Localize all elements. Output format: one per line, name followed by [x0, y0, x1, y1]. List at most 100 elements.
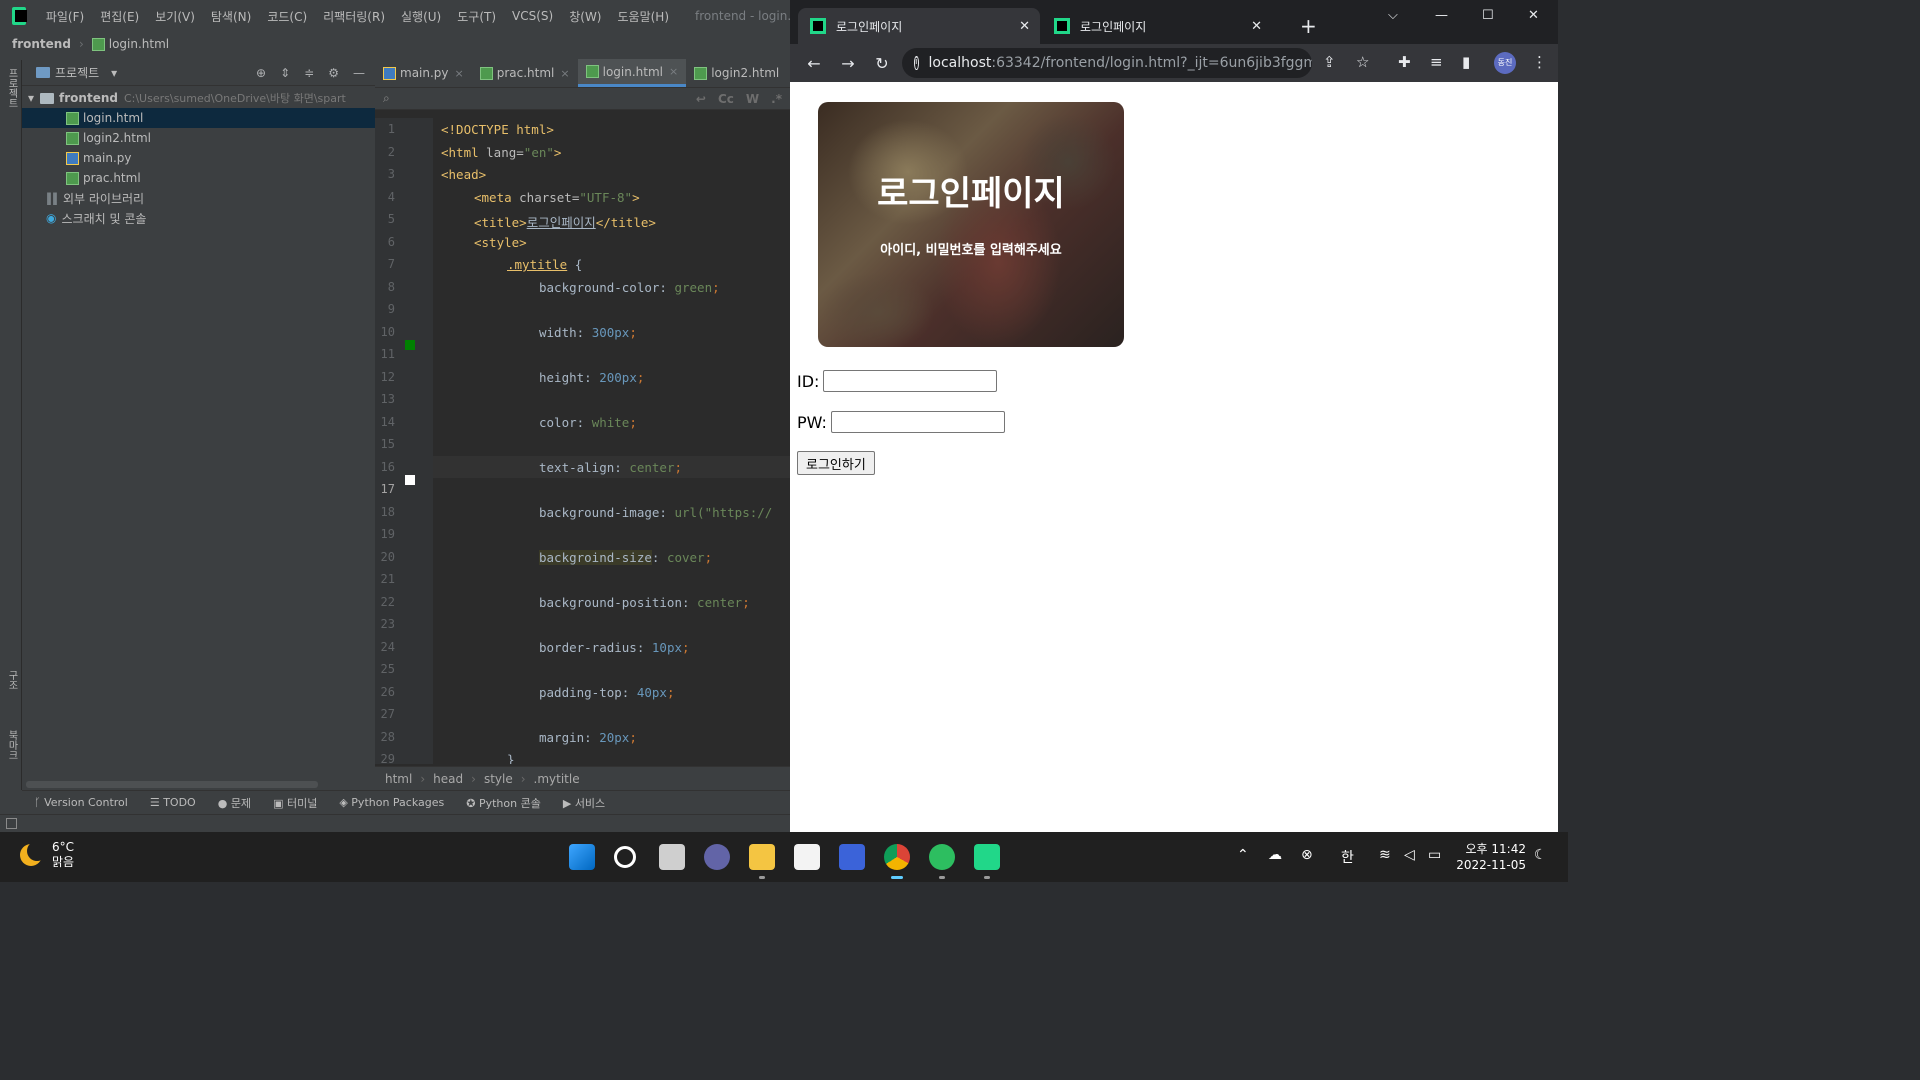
menu-tools[interactable]: 도구(T)	[449, 8, 504, 25]
tool-problems[interactable]: ● 문제	[218, 795, 251, 811]
share-icon[interactable]: ⇪	[1323, 53, 1336, 71]
clock[interactable]: 오후 11:42 2022-11-05	[1456, 841, 1526, 873]
close-icon[interactable]: ×	[455, 67, 464, 80]
menu-edit[interactable]: 편집(E)	[92, 8, 147, 25]
project-panel-title[interactable]: 프로젝트	[55, 64, 99, 81]
id-input[interactable]	[823, 370, 998, 392]
breadcrumb-item[interactable]: style	[484, 772, 513, 786]
extensions-puzzle-icon[interactable]: ✚	[1398, 53, 1411, 71]
close-icon[interactable]: ✕	[1019, 19, 1030, 34]
tab-login2-html[interactable]: login2.html	[686, 59, 787, 87]
breadcrumb-item[interactable]: head	[433, 772, 463, 786]
reload-icon[interactable]: ↻	[872, 54, 892, 73]
task-view-icon[interactable]	[659, 844, 685, 870]
address-bar[interactable]: i localhost:63342/frontend/login.html?_i…	[902, 48, 1312, 78]
tree-file-login-html[interactable]: login.html	[22, 108, 375, 128]
start-windows-icon[interactable]	[569, 844, 595, 870]
locate-icon[interactable]: ⊕	[256, 66, 266, 80]
side-panel-icon[interactable]: ▮	[1462, 53, 1470, 71]
battery-icon[interactable]: ▭	[1428, 847, 1441, 863]
menu-navigate[interactable]: 탐색(N)	[203, 8, 259, 25]
close-circle-icon[interactable]: ⊗	[1301, 847, 1313, 863]
tab-login-html[interactable]: login.html ×	[577, 59, 687, 87]
search-icon[interactable]	[614, 846, 636, 868]
tree-file-main-py[interactable]: main.py	[22, 148, 375, 168]
window-close-icon[interactable]: ✕	[1528, 8, 1539, 23]
tab-search-chevron-icon[interactable]: ⌵	[1388, 8, 1398, 23]
evernote-icon[interactable]	[929, 844, 955, 870]
tree-scratches[interactable]: ◉ 스크래치 및 콘솔	[22, 208, 375, 228]
bookmark-star-icon[interactable]: ☆	[1356, 53, 1369, 71]
search-icon[interactable]: ⌕	[383, 91, 390, 106]
tree-external-libraries[interactable]: ‖‖ 외부 라이브러리	[22, 188, 375, 208]
tab-main-py[interactable]: main.py ×	[375, 59, 472, 87]
pycharm-icon[interactable]	[974, 844, 1000, 870]
notification-moon-icon[interactable]: ☾	[1534, 847, 1547, 863]
expand-all-icon[interactable]: ⇕	[280, 66, 290, 80]
menu-vcs[interactable]: VCS(S)	[504, 9, 561, 23]
login-button[interactable]: 로그인하기	[797, 451, 875, 475]
breadcrumb-item[interactable]: .mytitle	[534, 772, 580, 786]
menu-help[interactable]: 도움말(H)	[610, 8, 678, 25]
code-area[interactable]: 1 2 3 4 5 6 7 8 9 10 11 12 13 14 15 16 17 18 19 20 21 22 23 24 2…	[375, 118, 790, 764]
collapse-all-icon[interactable]: ≑	[304, 66, 314, 80]
chevron-down-icon[interactable]: ▾	[111, 66, 117, 80]
site-info-icon[interactable]: i	[914, 56, 919, 70]
kebab-menu-icon[interactable]: ⋮	[1532, 53, 1547, 71]
tool-tab-bookmarks[interactable]: 북마크	[3, 730, 19, 760]
nav-project[interactable]: frontend	[12, 37, 71, 51]
editor-search-bar[interactable]: ⌕ ↩ Cc W .*	[375, 88, 790, 110]
tool-todo[interactable]: ☰ TODO	[150, 796, 196, 809]
pw-input[interactable]	[830, 411, 1005, 433]
menu-file[interactable]: 파일(F)	[38, 8, 92, 25]
search-option-case[interactable]: Cc	[718, 92, 734, 106]
tree-file-login2-html[interactable]: login2.html	[22, 128, 375, 148]
tab-prac-html[interactable]: prac.html ×	[472, 59, 578, 87]
wifi-icon[interactable]: ≋	[1379, 847, 1391, 863]
store-icon[interactable]	[794, 844, 820, 870]
breadcrumb-item[interactable]: html	[385, 772, 412, 786]
tool-python-packages[interactable]: ◈ Python Packages	[339, 796, 444, 809]
browser-tab-active[interactable]: 로그인페이지 ✕	[798, 8, 1040, 44]
horizontal-scrollbar[interactable]	[26, 781, 318, 788]
back-arrow-icon[interactable]: ←	[804, 54, 824, 73]
chat-icon[interactable]	[704, 844, 730, 870]
tool-terminal[interactable]: ▣ 터미널	[273, 795, 317, 811]
chevron-up-icon[interactable]: ⌃	[1237, 847, 1249, 863]
hide-icon[interactable]: —	[353, 66, 365, 80]
tool-tab-structure[interactable]: 구조	[3, 670, 19, 690]
tool-version-control[interactable]: ᚴ Version Control	[34, 796, 128, 809]
gear-icon[interactable]: ⚙	[328, 66, 339, 80]
tool-services[interactable]: ▶ 서비스	[563, 795, 605, 811]
search-option-wrap-icon[interactable]: ↩	[696, 92, 706, 106]
menu-window[interactable]: 창(W)	[561, 8, 609, 25]
new-tab-plus-icon[interactable]: +	[1300, 14, 1317, 38]
search-option-word[interactable]: W	[746, 92, 759, 106]
forward-arrow-icon[interactable]: →	[838, 54, 858, 73]
media-queue-icon[interactable]: ≡	[1430, 53, 1443, 71]
close-icon[interactable]: ×	[560, 67, 569, 80]
chevron-down-icon[interactable]: ▾	[28, 91, 34, 105]
tree-root-folder[interactable]: ▾ frontend C:\Users\sumed\OneDrive\바탕 화면…	[22, 88, 375, 108]
menu-run[interactable]: 실행(U)	[393, 8, 449, 25]
close-icon[interactable]: ✕	[1251, 19, 1262, 34]
menu-view[interactable]: 보기(V)	[147, 8, 203, 25]
weather-widget[interactable]: 6°C 맑음	[20, 840, 74, 870]
close-icon[interactable]: ×	[669, 65, 678, 78]
tree-file-prac-html[interactable]: prac.html	[22, 168, 375, 188]
onedrive-error-icon[interactable]: ☁	[1268, 847, 1282, 863]
tool-python-console[interactable]: ✪ Python 콘솔	[466, 795, 541, 811]
minimize-icon[interactable]: —	[1435, 8, 1448, 23]
nav-file[interactable]: login.html	[109, 37, 169, 51]
browser-tab[interactable]: 로그인페이지 ✕	[1042, 8, 1272, 44]
volume-icon[interactable]: ◁	[1404, 847, 1415, 863]
layout-toggle-icon[interactable]	[6, 818, 17, 829]
chrome-icon[interactable]	[884, 844, 910, 870]
app-m-icon[interactable]	[839, 844, 865, 870]
menu-refactor[interactable]: 리팩터링(R)	[315, 8, 393, 25]
ime-indicator[interactable]: 한	[1341, 847, 1354, 867]
search-option-regex[interactable]: .*	[771, 92, 782, 106]
tool-tab-project[interactable]: 프로젝트	[3, 68, 19, 108]
maximize-icon[interactable]: ☐	[1482, 8, 1494, 23]
file-explorer-icon[interactable]	[749, 844, 775, 870]
